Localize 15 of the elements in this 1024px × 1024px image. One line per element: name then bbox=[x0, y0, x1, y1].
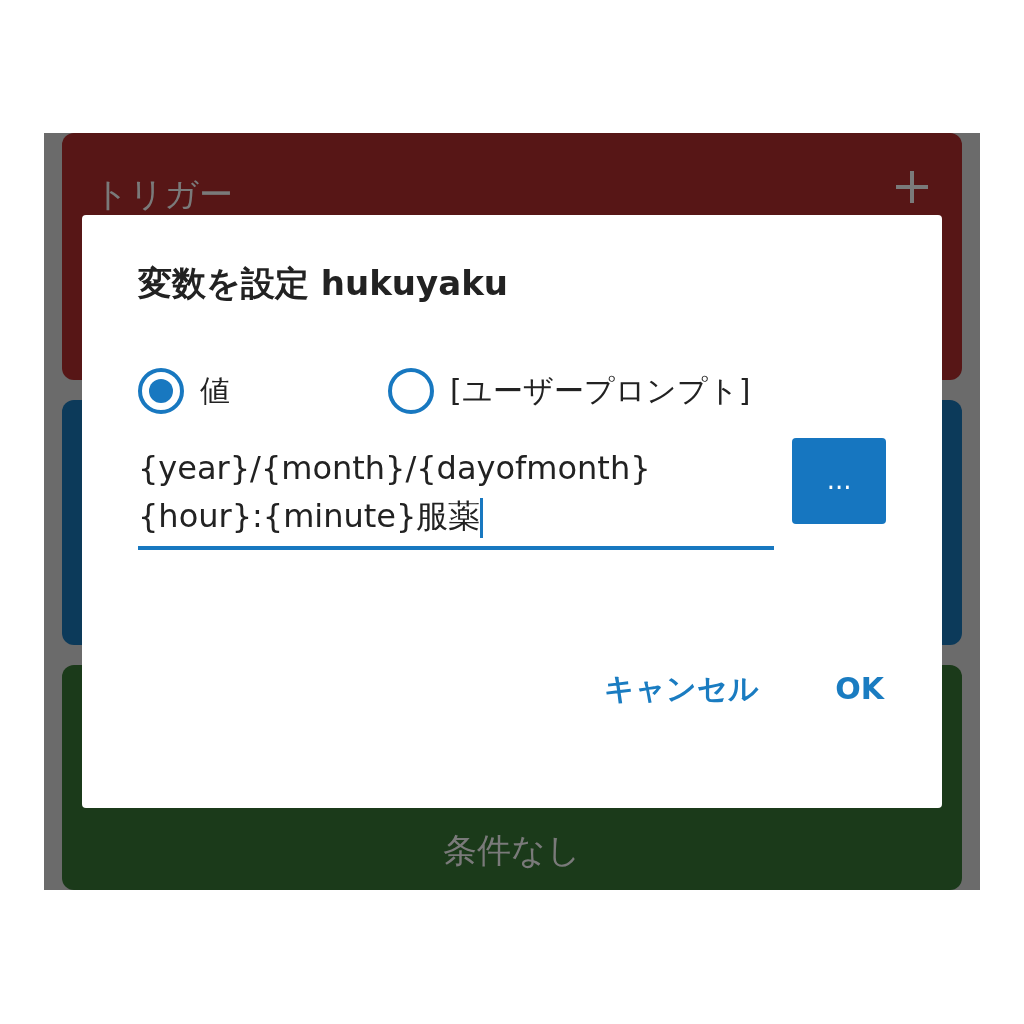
radio-option[interactable]: [ユーザープロンプト] bbox=[388, 367, 751, 414]
add-icon[interactable] bbox=[894, 169, 930, 205]
radio-icon[interactable] bbox=[388, 367, 434, 414]
dialog-button[interactable]: OK bbox=[817, 661, 902, 715]
text-cursor bbox=[480, 497, 484, 538]
more-button[interactable]: ... bbox=[792, 437, 886, 524]
option-label: 値 bbox=[200, 372, 230, 411]
radio-icon[interactable] bbox=[138, 367, 184, 414]
input-field[interactable]: {year}/{month}/{dayofmonth} {hour}:{minute}服薬 bbox=[138, 443, 775, 550]
option-label: [ユーザープロンプト] bbox=[450, 372, 751, 411]
dialog-title: 変数を設定 hukuyaku bbox=[138, 263, 509, 304]
dialog-button[interactable]: キャンセル bbox=[586, 661, 778, 715]
card-title: 条件なし bbox=[443, 829, 581, 872]
card-title: トリガー bbox=[94, 173, 233, 216]
radio-option[interactable]: 値 bbox=[138, 367, 388, 414]
